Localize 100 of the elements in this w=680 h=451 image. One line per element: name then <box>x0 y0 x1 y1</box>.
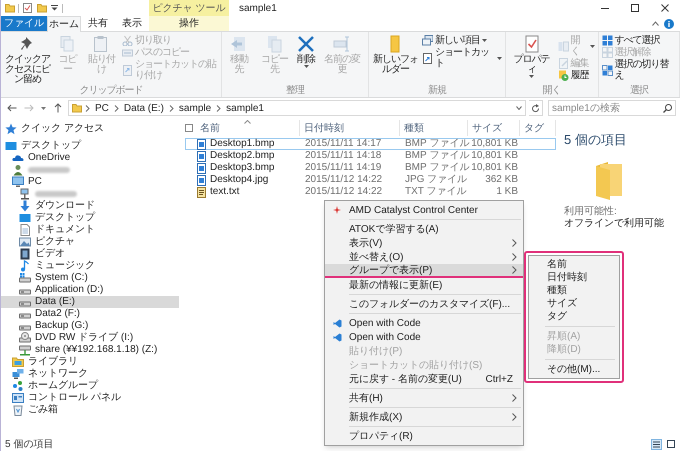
refresh-button[interactable] <box>529 100 543 116</box>
group-label: 選択 <box>630 85 648 96</box>
nav-item[interactable]: share (¥¥192.168.1.18) (Z:) <box>1 344 179 356</box>
properties-icon[interactable] <box>22 2 33 14</box>
ribbon-tab[interactable]: 表示 <box>115 16 149 31</box>
nav-item[interactable]: ダウンロード <box>1 200 179 212</box>
ribbon-tab[interactable]: 共有 <box>81 16 115 31</box>
blurred-label <box>28 167 70 173</box>
nav-item[interactable]: OneDrive <box>1 152 179 164</box>
invert-selection-icon <box>602 64 613 76</box>
menu-item[interactable]: 共有(H) <box>325 391 523 405</box>
ribbon-tab[interactable]: 操作 <box>149 16 229 31</box>
nav-item[interactable]: Data (E:) <box>1 296 179 308</box>
chevron-up-icon <box>652 21 658 26</box>
menu-item[interactable]: 並べ替え(O) <box>325 250 523 264</box>
folder-icon <box>12 356 24 368</box>
path-copy-icon <box>122 47 134 58</box>
caret-icon <box>51 5 58 11</box>
ribbon-button[interactable]: 新しい項目 <box>422 35 502 46</box>
status-text: 5 個の項目 <box>5 438 54 451</box>
column-header[interactable]: サイズ <box>468 120 520 136</box>
help-button[interactable] <box>662 16 676 31</box>
nav-item[interactable]: System (C:) <box>1 272 179 284</box>
menu-item[interactable]: プロパティ(R) <box>325 429 523 443</box>
film-icon <box>19 248 31 260</box>
edit-icon <box>558 58 569 69</box>
document-icon <box>19 224 31 236</box>
nav-item[interactable]: ホームグループ <box>1 380 179 392</box>
nav-item[interactable]: Data2 (F:) <box>1 308 179 320</box>
column-header[interactable]: タグ <box>520 120 556 136</box>
customize-icon[interactable] <box>50 2 59 14</box>
nav-item[interactable]: Application (D:) <box>1 284 179 296</box>
menu-item[interactable]: 表示(V) <box>325 236 523 250</box>
file-row[interactable]: Desktop3.bmp 2015/11/11 14:19 BMP ファイル 10,801 KB <box>185 162 556 174</box>
breadcrumb[interactable]: PC <box>93 100 111 116</box>
nav-item[interactable]: ドキュメント <box>1 224 179 236</box>
nav-item[interactable]: ミュージック <box>1 260 179 272</box>
menu-item[interactable]: Open with Code <box>325 316 523 330</box>
ribbon-button[interactable]: 新しいフォルダー <box>372 35 419 75</box>
date-text: 2015/11/11 14:18 <box>305 150 382 161</box>
ribbon-button[interactable]: ショートカット <box>422 47 502 69</box>
nav-item[interactable]: DVD RW ドライブ (I:) <box>1 332 179 344</box>
details-view-button[interactable] <box>651 438 662 450</box>
file-row[interactable]: Desktop2.bmp 2015/11/11 14:18 BMP ファイル 10,801 KB <box>185 150 556 162</box>
menu-item[interactable]: 名前 <box>529 258 619 271</box>
menu-item[interactable]: その他(M)... <box>529 363 619 376</box>
menu-item[interactable]: Open with Code <box>325 330 523 344</box>
ribbon-button[interactable]: すべて選択 <box>602 35 676 46</box>
size-text: 10,801 KB <box>471 150 518 161</box>
select-all-checkbox[interactable] <box>185 124 193 132</box>
scissors-icon <box>122 35 134 46</box>
file-row[interactable]: text.txt 2015/11/12 14:22 TXT ファイル 1 KB <box>185 186 556 198</box>
nav-item[interactable]: クイック アクセス <box>1 123 179 135</box>
address-field[interactable]: PC Data (E:) sample sample1 <box>68 100 526 116</box>
ribbon-button[interactable]: 履歴 <box>558 70 595 81</box>
ribbon-button[interactable]: プロパティ <box>508 35 555 78</box>
menu-item[interactable]: 新規作成(X) <box>325 410 523 424</box>
column-header[interactable]: 日付時刻 <box>300 120 400 136</box>
nav-item[interactable]: ビデオ <box>1 248 179 260</box>
menu-item[interactable]: タグ <box>529 310 619 323</box>
breadcrumb[interactable]: sample1 <box>224 100 266 116</box>
nav-item[interactable]: ネットワーク <box>1 368 179 380</box>
menu-item[interactable]: サイズ <box>529 297 619 310</box>
nav-item[interactable]: ライブラリ <box>1 356 179 368</box>
nav-item[interactable]: PC <box>1 176 179 188</box>
large-icons-view-button[interactable] <box>665 438 676 450</box>
menu-item[interactable]: 元に戻す - 名前の変更(U) Ctrl+Z <box>325 372 523 386</box>
menu-item[interactable]: 種類 <box>529 284 619 297</box>
type-text: BMP ファイル <box>405 138 470 149</box>
file-name: Desktop4.jpg <box>210 174 268 186</box>
caret-icon <box>41 106 46 110</box>
menu-item[interactable]: 日付時刻 <box>529 271 619 284</box>
date-text: 2015/11/11 14:19 <box>305 162 382 173</box>
file-row[interactable]: Desktop1.bmp 2015/11/11 14:17 BMP ファイル 10,801 KB <box>185 138 556 150</box>
nav-item[interactable]: デスクトップ <box>1 140 179 152</box>
folder-icon <box>72 103 82 113</box>
ribbon-tab[interactable]: ホーム <box>47 16 81 32</box>
file-row[interactable]: Desktop4.jpg 2015/11/12 14:22 JPG ファイル 362 KB <box>185 174 556 186</box>
menu-item[interactable]: AMD Catalyst Control Center <box>325 203 523 217</box>
date-text: 2015/11/12 14:22 <box>305 174 382 185</box>
breadcrumb[interactable]: sample <box>176 100 214 116</box>
breadcrumb[interactable]: Data (E:) <box>122 100 166 116</box>
menu-item[interactable]: このフォルダーのカスタマイズ(F)... <box>325 297 523 311</box>
column-header[interactable]: 種類 <box>400 120 468 136</box>
ribbon-button[interactable]: 選択の切り替え <box>602 59 676 81</box>
nav-item[interactable]: ごみ箱 <box>1 404 179 416</box>
column-header[interactable]: 名前 <box>196 120 300 136</box>
search-field[interactable]: sample1の検索 <box>548 100 676 116</box>
nav-item[interactable]: デスクトップ <box>1 212 179 224</box>
ribbon-button[interactable]: 削除 <box>296 35 316 68</box>
nav-item[interactable]: ピクチャ <box>1 236 179 248</box>
menu-item[interactable]: 最新の情報に更新(E) <box>325 278 523 292</box>
ribbon-button[interactable]: クイックアクセスにピン留め <box>4 35 51 85</box>
menu-item[interactable]: ATOKで学習する(A) <box>325 222 523 236</box>
nav-item[interactable]: Backup (G:) <box>1 320 179 332</box>
history-icon <box>558 70 569 81</box>
nav-item[interactable]: コントロール パネル <box>1 392 179 404</box>
menu-item[interactable]: グループで表示(P) <box>325 264 523 278</box>
ribbon-tab[interactable]: ファイル <box>1 16 47 31</box>
picture-icon <box>19 236 31 248</box>
